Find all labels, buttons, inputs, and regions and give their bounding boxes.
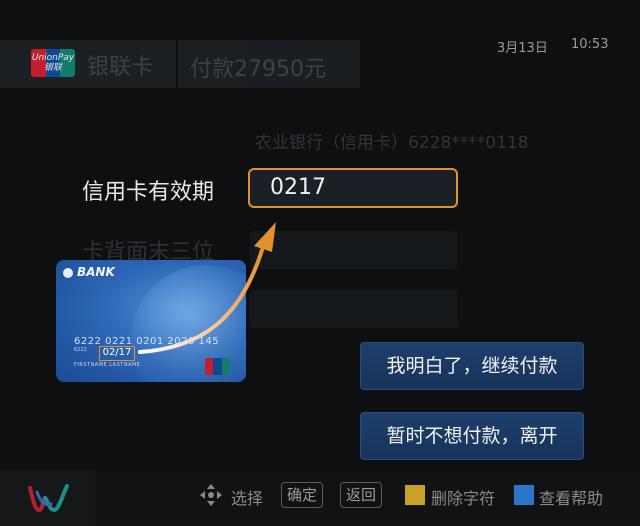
app-logo-icon xyxy=(0,470,95,526)
cvv-input[interactable] xyxy=(250,231,458,269)
leave-button[interactable]: 暂时不想付款，离开 xyxy=(360,412,584,460)
card-bank-name: BANK xyxy=(77,265,115,279)
unionpay-logo-text: UnionPay 银联 xyxy=(31,53,75,73)
expiry-input[interactable]: 0217 xyxy=(248,168,458,208)
back-key-button[interactable]: 返回 xyxy=(340,482,382,508)
payment-amount-label: 付款27950元 xyxy=(190,57,326,82)
yellow-key-icon xyxy=(405,485,425,505)
confirm-key-button[interactable]: 确定 xyxy=(281,482,323,508)
bank-account-label: 农业银行（信用卡）6228****0118 xyxy=(255,133,529,153)
header-banner-tip xyxy=(338,40,360,88)
extra-input[interactable] xyxy=(250,290,458,328)
card-unionpay-logo-icon xyxy=(205,358,230,375)
blue-key-icon xyxy=(514,485,534,505)
dpad-icon xyxy=(200,484,222,506)
select-hint-label: 选择 xyxy=(231,489,264,508)
bank-logo-icon xyxy=(63,268,73,278)
header-divider xyxy=(176,40,178,88)
time-label: 10:53 xyxy=(571,37,609,52)
card-illustration: BANK 6222 0221 0201 2020 145 6222 02/17 … xyxy=(56,260,246,382)
card-type-label: 银联卡 xyxy=(87,55,154,80)
card-holder-name: FIRSTNAME LASTNAME xyxy=(74,362,141,368)
help-label[interactable]: 查看帮助 xyxy=(539,485,603,509)
card-number-small: 6222 xyxy=(74,347,87,353)
expiry-field-label: 信用卡有效期 xyxy=(82,180,215,205)
delete-char-label[interactable]: 删除字符 xyxy=(431,485,495,509)
continue-payment-button[interactable]: 我明白了，继续付款 xyxy=(360,342,584,390)
card-expiry-highlight: 02/17 xyxy=(99,346,135,361)
date-label: 3月13日 xyxy=(497,41,548,56)
unionpay-logo-icon: UnionPay 银联 xyxy=(31,49,75,77)
card-number: 6222 0221 0201 2020 145 xyxy=(74,336,220,347)
